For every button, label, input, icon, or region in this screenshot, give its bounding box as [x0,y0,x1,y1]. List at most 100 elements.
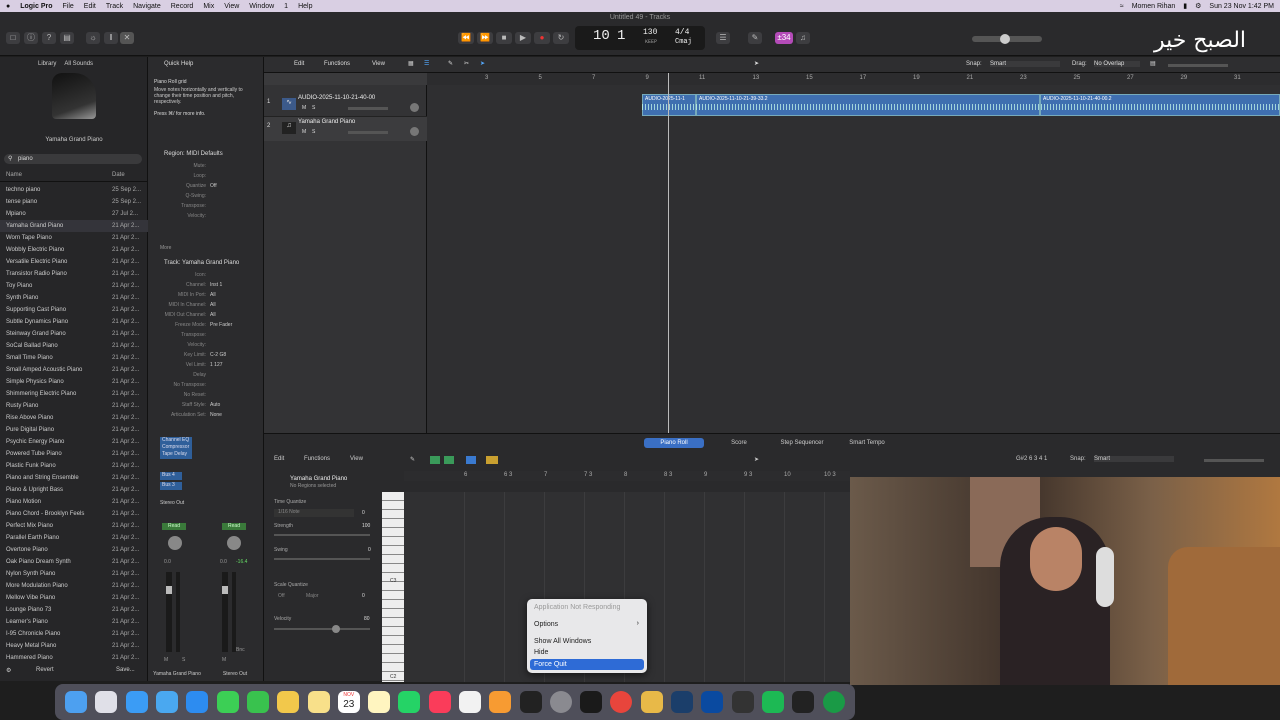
library-item[interactable]: More Modulation Piano 21 Apr 2... [0,580,148,592]
library-item[interactable]: Plastic Funk Piano 21 Apr 2... [0,460,148,472]
system-settings-icon[interactable] [549,691,572,713]
swing-slider[interactable] [274,558,370,560]
library-item[interactable]: Shimmering Electric Piano 21 Apr 2... [0,388,148,400]
tracks-drag-select[interactable]: No Overlap [1094,61,1140,67]
battery-icon[interactable]: ▮ [1183,2,1187,10]
quick-help-title[interactable]: Quick Help [164,61,193,67]
whatsapp-icon[interactable] [398,691,421,713]
master-volume-knob[interactable] [1000,34,1010,44]
library-item[interactable]: Overtone Piano 21 Apr 2... [0,544,148,556]
count-in-badge[interactable]: ±34 [775,32,793,44]
track-2-pan-knob[interactable] [410,127,419,136]
editor-snap-select[interactable]: Smart [1094,456,1174,462]
piano-keyboard[interactable] [382,492,404,682]
track-1-pan-knob[interactable] [410,103,419,112]
tracks-edit-menu[interactable]: Edit [294,61,304,67]
toolbar-toggle-icon[interactable]: ▤ [60,32,74,44]
calendar-icon[interactable]: NOV 23 [337,691,360,713]
editor-color-icon-1[interactable] [430,456,440,464]
inspector-row-value[interactable]: All [210,312,216,318]
editor-zoom-slider[interactable] [1204,459,1264,462]
wifi-icon[interactable]: ≈ [1120,3,1124,10]
menu-navigate[interactable]: Navigate [133,3,161,10]
network-icon[interactable] [731,691,754,713]
tracks-snap-select[interactable]: Smart [990,61,1060,67]
inspector-row[interactable]: Icon: [148,272,264,282]
inspector-row-value[interactable]: C-2 G8 [210,352,226,358]
tracks-functions-menu[interactable]: Functions [324,61,350,67]
output-stereo-out[interactable]: Stereo Out [160,500,184,506]
library-item[interactable]: Toy Piano 21 Apr 2... [0,280,148,292]
track-2-mute[interactable]: M [302,129,306,135]
inspector-row-value[interactable]: Off [210,183,217,189]
terminal-icon[interactable] [519,691,542,713]
library-item[interactable]: Wobbly Electric Piano 21 Apr 2... [0,244,148,256]
library-col-date[interactable]: Date [112,172,125,178]
app-store-icon[interactable] [186,691,209,713]
send-bus-3[interactable]: Bus 3 [160,482,182,490]
lcd-display[interactable]: 10 1 130 KEEP 4/4 Cmaj [575,26,705,50]
menu-datetime[interactable]: Sun 23 Nov 1:42 PM [1209,3,1274,10]
inspector-row[interactable]: Freeze Mode: Pre Fader [148,322,264,332]
library-search[interactable]: ⚲ piano [4,154,142,164]
inspector-row-value[interactable]: All [210,292,216,298]
editor-color-icon-2[interactable] [444,456,454,464]
inspector-row[interactable]: Key Limit: C-2 G8 [148,352,264,362]
pan-knob-2[interactable] [227,536,241,550]
waveform-zoom-icon[interactable]: ▤ [1150,60,1156,67]
menu-view[interactable]: View [224,3,239,10]
plugin-tape-delay[interactable]: Tape Delay [162,451,192,458]
menu-mix[interactable]: Mix [203,3,214,10]
menu-user[interactable]: Momen Rihan [1132,3,1176,10]
tracks-view-menu[interactable]: View [372,61,385,67]
mail-icon[interactable] [156,691,179,713]
inspector-row[interactable]: Staff Style: Auto [148,402,264,412]
green-app-icon[interactable] [761,691,784,713]
inspector-row[interactable]: MIDI In Port: All [148,292,264,302]
library-col-name[interactable]: Name [6,172,22,178]
library-item[interactable]: Steinway Grand Piano 21 Apr 2... [0,328,148,340]
track-name-1[interactable]: AUDIO-2025-11-10-21-40-00 [298,95,375,101]
inspector-row[interactable]: Q-Swing: [148,193,264,203]
scale-quantize-value[interactable]: 0 [362,593,365,599]
inspector-row[interactable]: Channel: Inst 1 [148,282,264,292]
pan-knob-1[interactable] [168,536,182,550]
inspector-row-value[interactable]: Auto [210,402,220,408]
library-item[interactable]: I-95 Chronicle Piano 21 Apr 2... [0,628,148,640]
note-pad-icon[interactable]: ✎ [748,32,762,44]
library-item[interactable]: techno piano 25 Sep 2... [0,184,148,196]
tab-score[interactable]: Score [714,438,764,448]
strength-slider[interactable] [274,534,370,536]
inspector-row[interactable]: Velocity: [148,213,264,223]
inspector-row[interactable]: Transpose: [148,332,264,342]
time-quantize-value[interactable]: 0 [362,510,365,516]
tracks-list-icon[interactable]: ☰ [424,60,429,67]
stop-icon[interactable]: ■ [496,32,512,44]
messages-icon[interactable] [216,691,239,713]
library-item[interactable]: Hammered Piano 21 Apr 2... [0,652,148,664]
region-more-toggle[interactable]: More [160,245,171,251]
bounce-button[interactable]: Bnc [236,647,245,653]
velocity-slider[interactable] [274,625,370,633]
send-bus-4[interactable]: Bus 4 [160,472,182,480]
library-item[interactable]: Lounge Piano 73 21 Apr 2... [0,604,148,616]
inspector-row-value[interactable]: None [210,412,222,418]
context-menu-options[interactable]: Options [530,619,644,630]
library-item[interactable]: Oak Piano Dream Synth 21 Apr 2... [0,556,148,568]
folder-icon[interactable] [640,691,663,713]
facetime-icon[interactable] [246,691,269,713]
sublime-icon[interactable] [489,691,512,713]
track-2-solo[interactable]: S [312,129,315,135]
library-item[interactable]: Rise Above Piano 21 Apr 2... [0,412,148,424]
chrome-icon[interactable] [610,691,633,713]
track-header-1[interactable]: 1 ∿ AUDIO-2025-11-10-21-40-00 M S [264,93,427,117]
smart-controls-icon[interactable]: ☼ [86,32,100,44]
mainstage-icon[interactable] [701,691,724,713]
library-item[interactable]: Yamaha Grand Piano 21 Apr 2... [0,220,148,232]
inspector-row-value[interactable]: 1 127 [210,362,223,368]
library-filter[interactable]: All Sounds [64,61,93,67]
list-editors-icon[interactable]: ☰ [716,32,730,44]
metronome-icon[interactable]: ♫ [796,32,810,44]
track-1-solo[interactable]: S [312,105,315,111]
notes-icon[interactable] [307,691,330,713]
